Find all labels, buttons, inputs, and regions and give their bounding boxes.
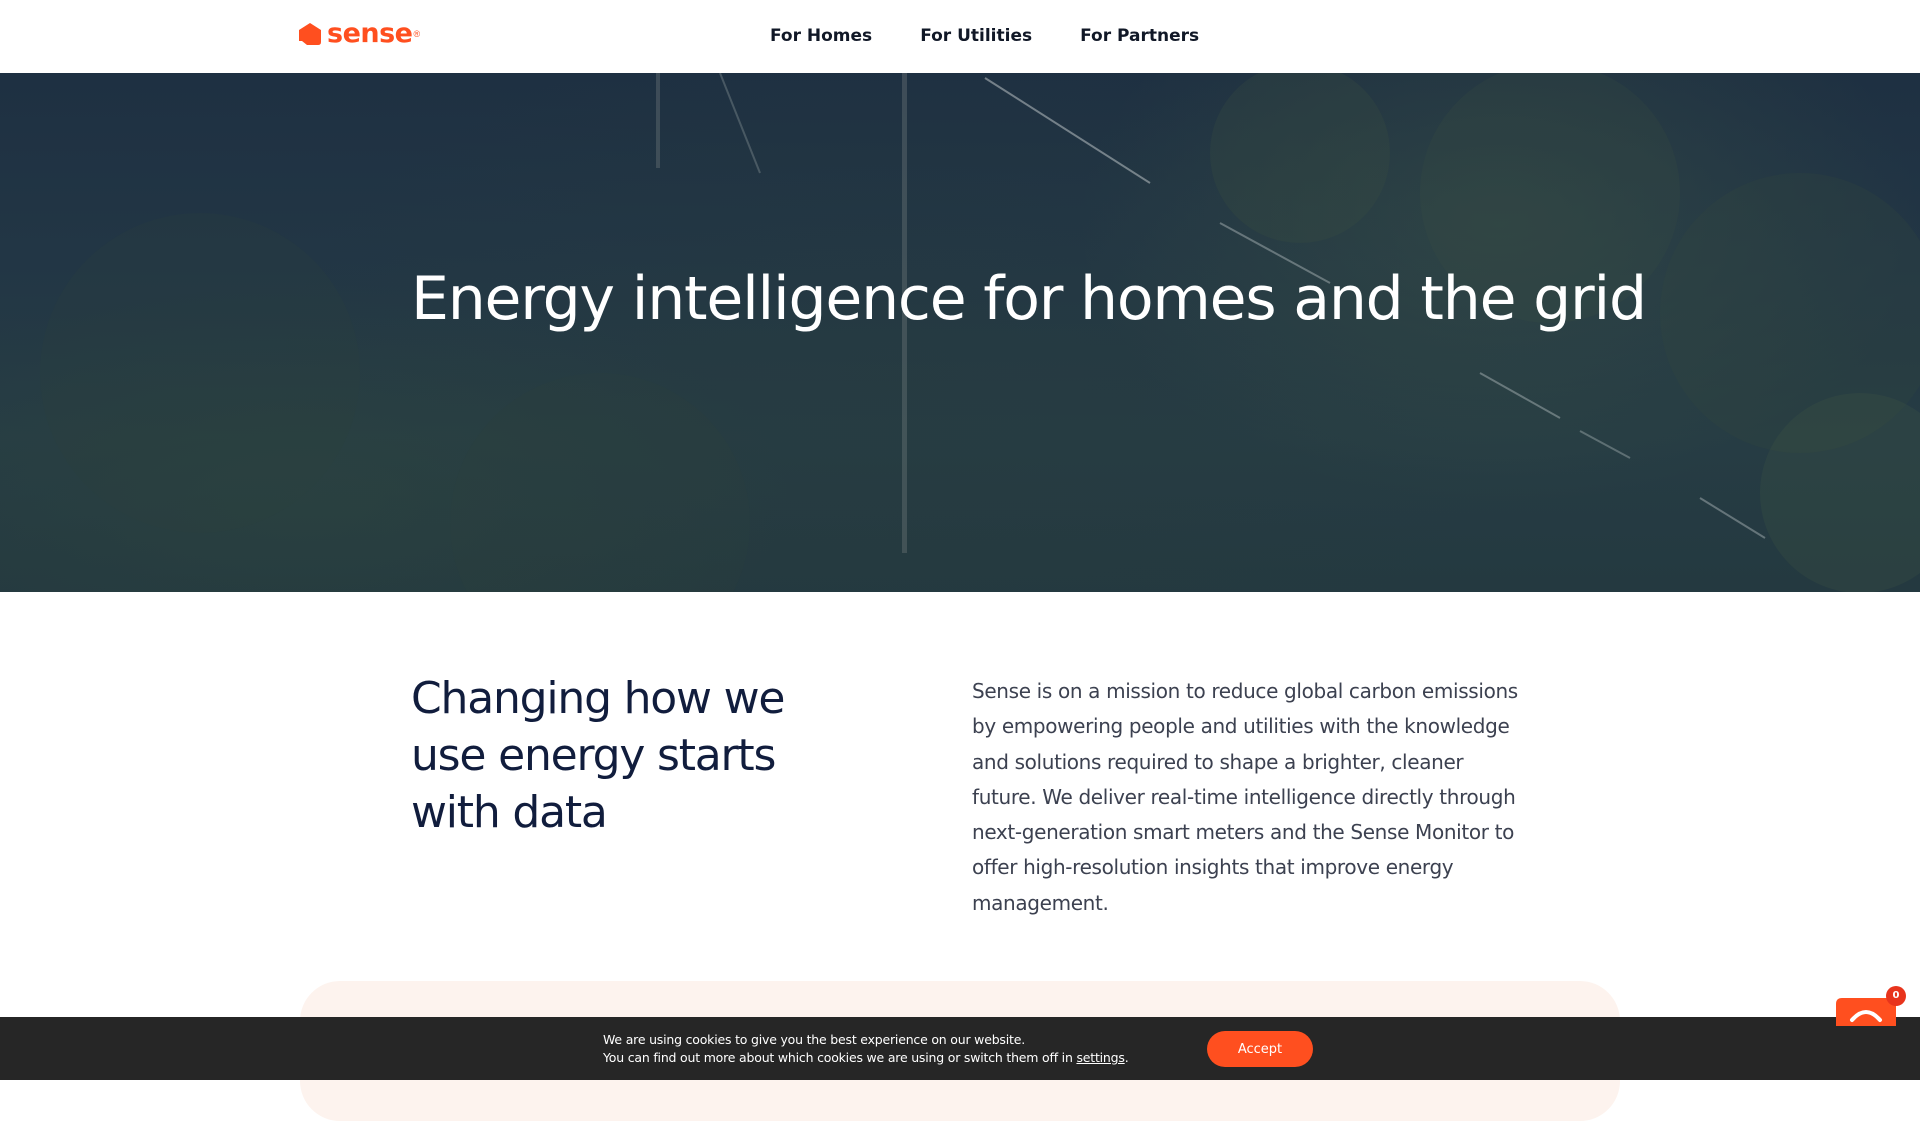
chat-bubble-icon: [1836, 998, 1896, 1026]
chat-widget[interactable]: 0: [1836, 986, 1906, 1026]
nav-link-for-partners[interactable]: For Partners: [1080, 24, 1199, 48]
mission-description: Sense is on a mission to reduce global c…: [972, 679, 1518, 915]
house-logo-icon: [299, 23, 321, 45]
cookie-message-line-2-text: You can find out more about which cookie…: [603, 1050, 1077, 1065]
hero-title: Energy intelligence for homes and the gr…: [411, 264, 1647, 334]
nav-link-for-utilities[interactable]: For Utilities: [920, 24, 1032, 48]
mission-heading: Changing how we use energy starts with d…: [411, 673, 785, 838]
cookie-settings-link[interactable]: settings: [1076, 1050, 1124, 1065]
hero-section: Energy intelligence for homes and the gr…: [0, 73, 1920, 592]
logo-wordmark: sense: [327, 18, 413, 49]
chat-notification-badge: 0: [1886, 986, 1906, 1006]
sense-logo[interactable]: sense ®: [298, 20, 420, 48]
accept-cookies-button[interactable]: Accept: [1207, 1031, 1313, 1067]
nav-link-for-homes[interactable]: For Homes: [770, 24, 872, 48]
cookie-consent-bar: We are using cookies to give you the bes…: [0, 1017, 1920, 1080]
main-nav: For Homes For Utilities For Partners: [770, 24, 1247, 48]
cookie-message-line-2-end: .: [1124, 1050, 1129, 1065]
cookie-message-line-1: We are using cookies to give you the bes…: [603, 1032, 1025, 1047]
cookie-message: We are using cookies to give you the bes…: [603, 1031, 1129, 1067]
logo-registered-mark: ®: [413, 29, 421, 39]
cookie-message-line-2: You can find out more about which cookie…: [603, 1049, 1129, 1067]
site-header: sense ® For Homes For Utilities For Partn…: [0, 0, 1920, 73]
